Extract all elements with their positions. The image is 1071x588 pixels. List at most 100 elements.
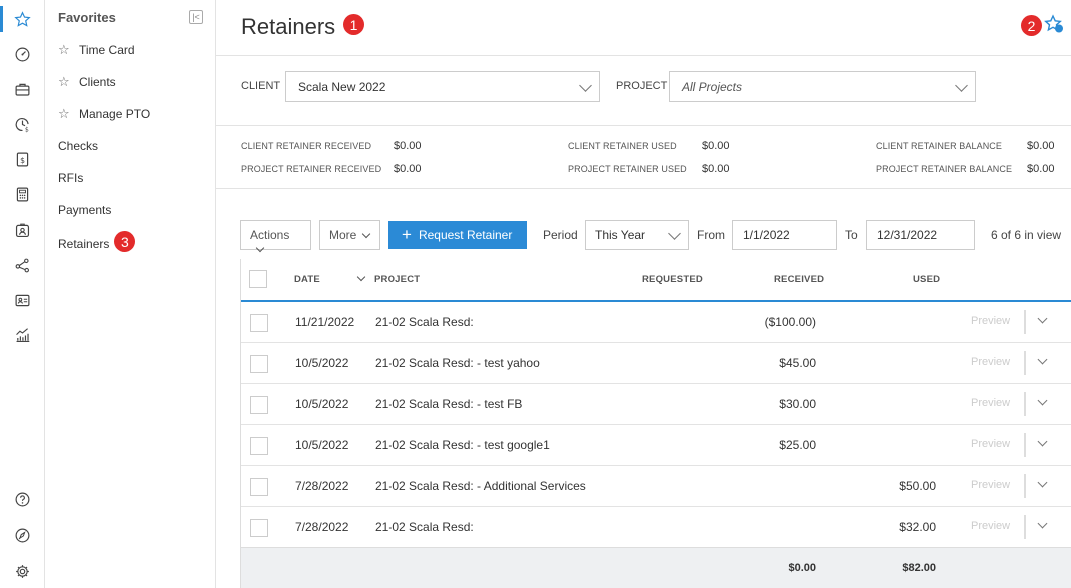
plus-icon: + [402, 225, 412, 244]
table-header: DATE PROJECT REQUESTED RECEIVED USED [241, 259, 1071, 302]
chevron-down-icon[interactable] [1037, 436, 1048, 447]
preview-link[interactable]: Preview [971, 397, 1010, 409]
sidebar-item-rfis[interactable]: RFIs [58, 171, 83, 185]
period-select[interactable]: This Year [585, 220, 689, 250]
chevron-down-icon[interactable] [1037, 313, 1048, 324]
row-project: 21-02 Scala Resd: - test yahoo [375, 356, 540, 370]
preview-link[interactable]: Preview [971, 315, 1010, 327]
favorite-item-time-card[interactable]: ☆ Time Card [58, 42, 135, 58]
preview-link[interactable]: Preview [971, 520, 1010, 532]
help-icon[interactable] [12, 489, 32, 509]
row-used: $32.00 [899, 520, 936, 534]
favorite-star-icon[interactable] [1044, 14, 1064, 34]
row-date: 7/28/2022 [295, 520, 349, 534]
favorite-item-manage-pto[interactable]: ☆ Manage PTO [58, 106, 150, 122]
table-row[interactable]: 10/5/2022 21-02 Scala Resd: - test FB $3… [241, 384, 1071, 425]
select-all-checkbox[interactable] [249, 270, 267, 288]
chevron-down-icon[interactable] [1037, 477, 1048, 488]
row-checkbox[interactable] [250, 355, 268, 373]
project-retainer-used-value: $0.00 [702, 163, 730, 175]
client-retainer-used-value: $0.00 [702, 140, 730, 152]
invoice-icon[interactable]: $ [12, 149, 32, 169]
row-received: $45.00 [779, 356, 816, 370]
total-received: $0.00 [788, 562, 816, 574]
sort-chevron-icon[interactable] [356, 272, 366, 282]
preview-link[interactable]: Preview [971, 479, 1010, 491]
column-date[interactable]: DATE [294, 274, 320, 285]
chevron-down-icon [579, 79, 592, 92]
share-icon[interactable] [12, 255, 32, 275]
favorite-item-clients[interactable]: ☆ Clients [58, 74, 116, 90]
column-used[interactable]: USED [913, 274, 940, 285]
row-project: 21-02 Scala Resd: [375, 520, 474, 534]
favorite-item-label: Manage PTO [79, 107, 151, 121]
row-checkbox[interactable] [250, 437, 268, 455]
table-row[interactable]: 10/5/2022 21-02 Scala Resd: - test googl… [241, 425, 1071, 466]
dashboard-icon[interactable] [12, 44, 32, 64]
column-project[interactable]: PROJECT [374, 274, 420, 285]
chevron-down-icon[interactable] [1037, 354, 1048, 365]
table-row[interactable]: 7/28/2022 21-02 Scala Resd: $32.00 Previ… [241, 507, 1071, 548]
gear-icon[interactable] [12, 561, 32, 581]
favorite-item-label: Clients [79, 75, 116, 89]
calculator-icon[interactable] [12, 184, 32, 204]
rocket-icon[interactable] [12, 525, 32, 545]
client-retainer-used-label: CLIENT RETAINER USED [568, 141, 677, 151]
to-date-input[interactable]: 12/31/2022 [866, 220, 975, 250]
preview-link[interactable]: Preview [971, 356, 1010, 368]
chevron-down-icon[interactable] [1037, 395, 1048, 406]
view-count: 6 of 6 in view [991, 228, 1062, 242]
to-label: To [845, 228, 858, 242]
star-icon[interactable] [12, 9, 32, 29]
sidebar-item-payments[interactable]: Payments [58, 203, 111, 217]
toolbar: Actions More + Request Retainer Period T… [216, 213, 1071, 257]
chevron-down-icon [955, 79, 968, 92]
client-select[interactable]: Scala New 2022 [285, 71, 600, 102]
client-retainer-received-label: CLIENT RETAINER RECEIVED [241, 141, 372, 151]
person-badge-icon[interactable] [12, 220, 32, 240]
more-button[interactable]: More [319, 220, 380, 250]
table-row[interactable]: 7/28/2022 21-02 Scala Resd: - Additional… [241, 466, 1071, 507]
actions-button[interactable]: Actions [240, 220, 311, 253]
clock-dollar-icon[interactable]: $ [12, 114, 32, 134]
column-requested[interactable]: REQUESTED [642, 274, 703, 285]
project-retainer-used-label: PROJECT RETAINER USED [568, 164, 687, 174]
page-title: Retainers [241, 14, 336, 39]
total-used: $82.00 [902, 562, 936, 574]
preview-link[interactable]: Preview [971, 438, 1010, 450]
chart-icon[interactable] [12, 325, 32, 345]
star-icon: ☆ [58, 106, 70, 121]
table-row[interactable]: 10/5/2022 21-02 Scala Resd: - test yahoo… [241, 343, 1071, 384]
sidebar-item-label: RFIs [58, 171, 84, 185]
divider [1024, 351, 1026, 375]
row-date: 10/5/2022 [295, 397, 349, 411]
row-checkbox[interactable] [250, 396, 268, 414]
contact-card-icon[interactable] [12, 290, 32, 310]
chevron-down-icon[interactable] [1037, 518, 1048, 529]
project-retainer-received-label: PROJECT RETAINER RECEIVED [241, 164, 382, 174]
svg-text:$: $ [20, 155, 25, 164]
client-retainer-balance-label: CLIENT RETAINER BALANCE [876, 141, 1002, 151]
icon-rail: $ $ [0, 0, 45, 588]
client-select-value: Scala New 2022 [298, 80, 386, 94]
collapse-sidebar-icon[interactable]: |< [189, 10, 203, 24]
sidebar-item-checks[interactable]: Checks [58, 139, 98, 153]
row-checkbox[interactable] [250, 314, 268, 332]
column-received[interactable]: RECEIVED [774, 274, 824, 285]
table-row[interactable]: 11/21/2022 21-02 Scala Resd: ($100.00) P… [241, 302, 1071, 343]
request-retainer-button[interactable]: + Request Retainer [388, 221, 527, 249]
sidebar-item-retainers[interactable]: Retainers 3 [58, 231, 136, 252]
star-icon: ☆ [58, 74, 70, 89]
row-checkbox[interactable] [250, 478, 268, 496]
active-indicator [0, 6, 3, 32]
project-select[interactable]: All Projects [669, 71, 976, 102]
from-date-input[interactable]: 1/1/2022 [732, 220, 837, 250]
row-received: ($100.00) [764, 315, 816, 329]
sidebar: Favorites |< ☆ Time Card ☆ Clients ☆ Man… [45, 0, 216, 588]
filter-bar: CLIENT Scala New 2022 PROJECT All Projec… [216, 56, 1071, 126]
briefcase-icon[interactable] [12, 79, 32, 99]
row-checkbox[interactable] [250, 519, 268, 537]
row-project: 21-02 Scala Resd: [375, 315, 474, 329]
client-label: CLIENT [241, 80, 281, 92]
row-project: 21-02 Scala Resd: - Additional Services [375, 479, 586, 493]
